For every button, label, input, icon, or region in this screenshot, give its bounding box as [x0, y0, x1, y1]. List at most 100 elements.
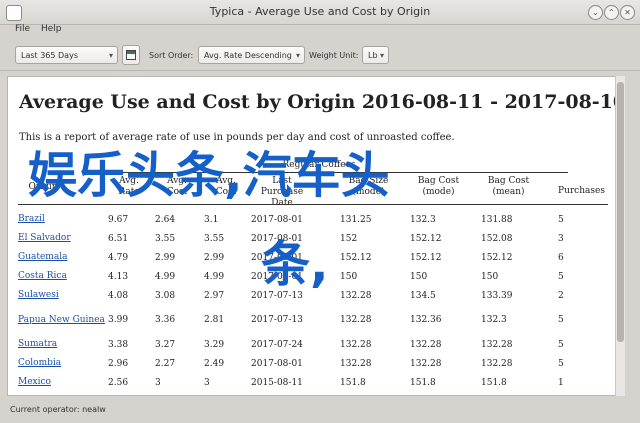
table-cell: 132.28 [410, 358, 442, 369]
table-cell: 2.96 [108, 358, 129, 369]
table-cell: 133.39 [481, 290, 513, 301]
table-cell: 132.28 [340, 339, 372, 350]
table-cell: 131.25 [340, 214, 372, 225]
table-cell: 4.13 [108, 271, 129, 282]
table-cell: 2017-08-01 [251, 252, 303, 263]
table-cell: 131.88 [481, 214, 513, 225]
origin-link[interactable]: Brazil [18, 210, 108, 229]
table-cell: 2017-08-01 [251, 233, 303, 244]
table-cell: 3 [155, 377, 161, 388]
table-row: El Salvador 6.51 3.55 3.55 2017-08-01 152 152.… [18, 229, 608, 248]
chevron-down-icon: ▾ [295, 51, 300, 60]
table-cell: 150 [410, 271, 428, 282]
table-row: Sumatra 3.38 3.27 3.29 2017-07-24 132.28 132.2… [18, 335, 608, 354]
origin-link[interactable]: Costa Rica [18, 267, 108, 286]
origin-link[interactable]: Guatemala [18, 248, 108, 267]
table-cell: 132.36 [410, 315, 442, 325]
close-icon[interactable]: ✕ [620, 5, 635, 20]
table-cell: 2017-08-01 [251, 271, 303, 282]
table-cell: 132.28 [410, 339, 442, 350]
table-cell: 132.28 [340, 315, 372, 325]
table-cell: 1 [558, 377, 564, 388]
origin-link[interactable]: Sulawesi [18, 286, 108, 305]
table-cell: 2015-08-11 [251, 377, 303, 388]
table-cell: 2017-07-13 [251, 290, 303, 301]
table-cell: 6 [558, 252, 564, 263]
scrollbar-thumb[interactable] [617, 82, 624, 342]
table-cell: 6.51 [108, 233, 129, 244]
table-cell: 134.5 [410, 290, 436, 301]
date-range-select[interactable]: Last 365 Days ▾ [15, 46, 118, 64]
minimize-icon[interactable]: ⌄ [588, 5, 603, 20]
weight-unit-label: Weight Unit: [309, 51, 359, 60]
table-cell: 152.12 [410, 252, 442, 263]
table-row: Mexico 2.56 3 3 2015-08-11 151.8 151.8 151.8 1 [18, 373, 608, 392]
chevron-down-icon: ▾ [108, 51, 113, 60]
report-description: This is a report of average rate of use … [19, 132, 455, 143]
origin-link[interactable]: Mexico [18, 373, 108, 392]
origin-link[interactable]: Colombia [18, 354, 108, 373]
table-cell: 132.28 [481, 358, 513, 369]
table-cell: 3.38 [108, 339, 129, 350]
table-cell: 3 [558, 233, 564, 244]
table-cell: 3.55 [155, 233, 176, 244]
table-cell: 152.12 [481, 252, 513, 263]
table-cell: 5 [558, 315, 564, 325]
table-cell: 3 [204, 377, 210, 388]
table-cell: 132.28 [481, 339, 513, 350]
menu-help[interactable]: Help [41, 24, 62, 34]
table-cell: 4.08 [108, 290, 129, 301]
table-cell: 152.08 [481, 233, 513, 244]
table-cell: 3.55 [204, 233, 225, 244]
report-title: Average Use and Cost by Origin 2016-08-1… [19, 91, 625, 113]
table-cell: 132.28 [340, 358, 372, 369]
table-cell: 132.28 [340, 290, 372, 301]
toolbar: Last 365 Days ▾ Sort Order: Avg. Rate De… [0, 40, 640, 71]
table-cell: 2017-08-01 [251, 214, 303, 225]
table-row: Costa Rica 4.13 4.99 4.99 2017-08-01 150 150 15… [18, 267, 608, 286]
date-range-value: Last 365 Days [21, 51, 78, 60]
table-cell: 2017-07-24 [251, 339, 303, 350]
table-cell: 151.8 [481, 377, 507, 388]
table-row: Sulawesi 4.08 3.08 2.97 2017-07-13 132.28 134.… [18, 286, 608, 305]
weight-unit-select[interactable]: Lb ▾ [362, 46, 389, 64]
table-cell: 132.3 [410, 214, 436, 225]
menu-file[interactable]: File [15, 24, 30, 34]
table-cell: 5 [558, 214, 564, 225]
calendar-button[interactable] [122, 45, 140, 65]
table-cell: 2.81 [204, 315, 225, 325]
status-text: Current operator: nealw [10, 405, 106, 414]
window-title: Typica - Average Use and Cost by Origin [209, 5, 431, 18]
table-cell: 5 [558, 358, 564, 369]
sort-order-label: Sort Order: [149, 51, 194, 60]
origin-link[interactable]: Sumatra [18, 335, 108, 354]
table-cell: 3.29 [204, 339, 225, 350]
table-cell: 3.08 [155, 290, 176, 301]
maximize-icon[interactable]: ⌃ [604, 5, 619, 20]
table-cell: 2.27 [155, 358, 176, 369]
vertical-scrollbar[interactable] [615, 76, 625, 396]
table-cell: 4.99 [204, 271, 225, 282]
table-cell: 2 [558, 290, 564, 301]
origin-link[interactable]: El Salvador [18, 229, 108, 248]
calendar-icon [126, 50, 136, 60]
column-header-origin: Origin [28, 182, 58, 192]
group-rule [118, 172, 568, 173]
table-cell: 2.49 [204, 358, 225, 369]
sort-order-select[interactable]: Avg. Rate Descending ▾ [198, 46, 305, 64]
menu-bar: File Help [0, 24, 640, 40]
status-bar: Current operator: nealw [0, 400, 640, 423]
table-cell: 152 [340, 233, 358, 244]
header-rule [18, 204, 608, 205]
column-header-bag-cost-mode: Bag Cost (mode) [417, 176, 460, 197]
column-header-avg-cost-2: Avg. Cost [215, 176, 237, 197]
column-header-avg-cost: Avg. Cost [166, 176, 188, 197]
table-cell: 2.99 [204, 252, 225, 263]
origin-link[interactable]: Papua New Guinea [18, 305, 108, 335]
table-cell: 4.99 [155, 271, 176, 282]
title-bar: Typica - Average Use and Cost by Origin … [0, 0, 640, 25]
weight-unit-value: Lb [368, 51, 378, 60]
table-cell: 3.27 [155, 339, 176, 350]
table-cell: 2017-07-13 [251, 315, 303, 325]
report-view[interactable]: Average Use and Cost by Origin 2016-08-1… [7, 76, 625, 396]
